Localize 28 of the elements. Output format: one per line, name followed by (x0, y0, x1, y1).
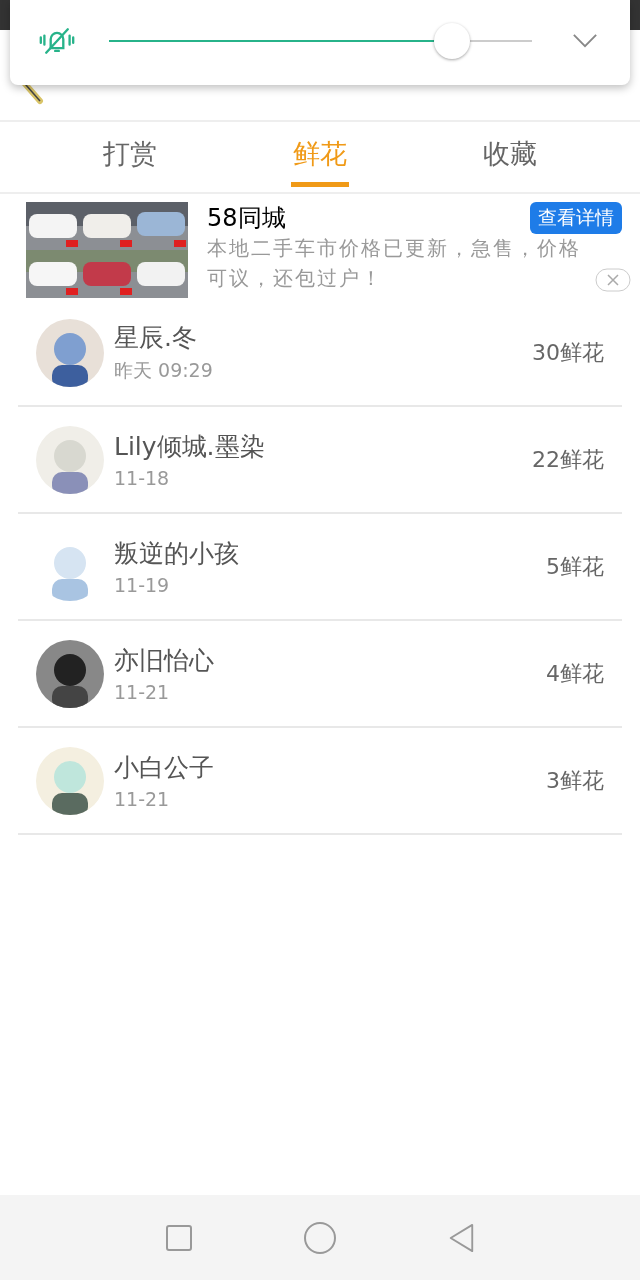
fan-name: Lily倾城.墨染 (114, 431, 266, 463)
flower-count: 30鲜花 (532, 338, 604, 367)
slider-thumb[interactable] (433, 22, 470, 59)
volume-slider[interactable] (109, 21, 532, 60)
details-button[interactable]: 查看详情 (530, 202, 622, 234)
fan-name: 亦旧怡心 (114, 645, 215, 677)
ad-text: 本地二手车市价格已更新，急售，价格可议，还包过户！ (207, 235, 582, 292)
close-icon[interactable] (595, 268, 631, 292)
home-icon[interactable] (303, 1220, 337, 1255)
recents-icon[interactable] (165, 1222, 193, 1253)
fan-date: 11-21 (114, 788, 171, 810)
flower-count: 5鲜花 (546, 552, 604, 581)
muted-bell-icon[interactable] (39, 25, 75, 56)
fan-date: 11-18 (114, 467, 171, 489)
fan-name: 叛逆的小孩 (114, 538, 240, 570)
fan-date: 昨天 09:29 (114, 358, 214, 383)
back-icon[interactable] (447, 1222, 475, 1253)
chevron-down-icon[interactable] (572, 33, 598, 48)
tab[interactable]: 打赏 (101, 125, 159, 187)
flower-count: 3鲜花 (546, 766, 604, 795)
fan-name: 星辰.冬 (114, 322, 198, 354)
tab[interactable]: 收藏 (481, 125, 539, 187)
flower-count: 4鲜花 (546, 659, 604, 688)
flower-count: 22鲜花 (532, 445, 604, 474)
fan-date: 11-19 (114, 574, 171, 596)
ad-title: 58同城 (207, 203, 286, 234)
fan-date: 11-21 (114, 681, 171, 703)
fan-name: 小白公子 (114, 752, 215, 784)
